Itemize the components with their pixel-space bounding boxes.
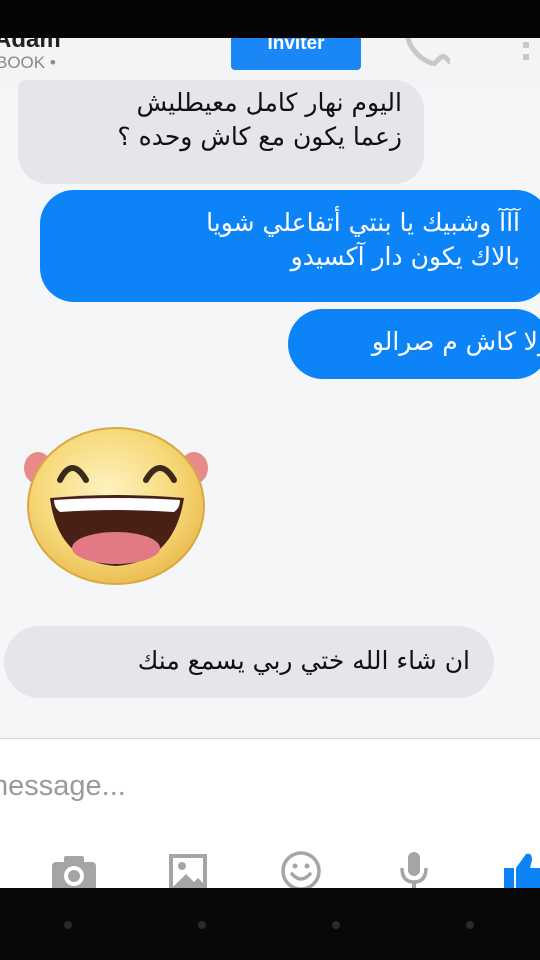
- laughing-face-sticker[interactable]: [24, 422, 208, 586]
- invite-button[interactable]: Inviter: [231, 38, 361, 70]
- contact-subtitle: BOOK •: [0, 53, 56, 72]
- message-bubble-incoming[interactable]: اليوم نهار كامل معيطليش زعما يكون مع كاش…: [18, 80, 424, 184]
- system-nav-bar: [0, 888, 540, 960]
- message-input[interactable]: [0, 760, 386, 812]
- message-line: ان شاء الله ختي ربي يسمع منك: [137, 646, 470, 675]
- message-bubble-incoming[interactable]: ان شاء الله ختي ربي يسمع منك: [4, 626, 494, 698]
- message-line: بالاك يكون دار آكسيدو: [290, 242, 520, 271]
- nav-dot: [198, 921, 206, 929]
- contact-name[interactable]: Adam: [0, 38, 61, 54]
- message-line: زعما يكون مع كاش وحده ؟: [117, 122, 402, 151]
- message-line: ولا كاش م صرالو: [371, 327, 540, 356]
- nav-dot: [64, 921, 72, 929]
- camera-icon[interactable]: [50, 850, 98, 888]
- image-icon[interactable]: [168, 850, 208, 888]
- nav-dot: [332, 921, 340, 929]
- smiley-icon[interactable]: [280, 850, 322, 888]
- more-options-icon[interactable]: [520, 42, 532, 68]
- like-icon[interactable]: [500, 850, 540, 888]
- message-bubble-outgoing[interactable]: آآآ وشبيك يا بنتي أتفاعلي شويا بالاك يكو…: [40, 190, 540, 302]
- status-bar: [0, 0, 540, 38]
- message-line: اليوم نهار كامل معيطليش: [136, 88, 402, 117]
- mic-icon[interactable]: [396, 850, 432, 888]
- message-line: آآآ وشبيك يا بنتي أتفاعلي شويا: [206, 208, 520, 237]
- message-bubble-outgoing[interactable]: ولا كاش م صرالو: [288, 309, 540, 379]
- nav-dot: [466, 921, 474, 929]
- phone-icon[interactable]: [404, 38, 450, 66]
